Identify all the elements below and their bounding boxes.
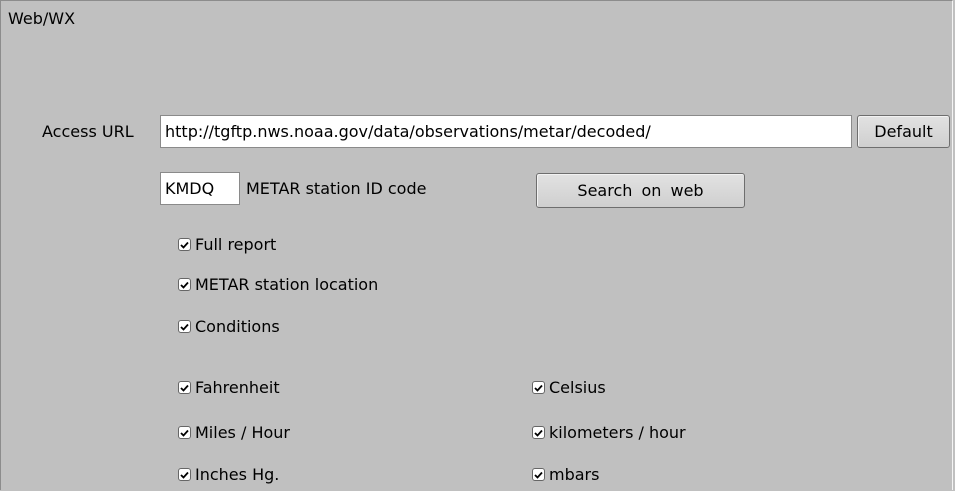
default-button[interactable]: Default [857,115,950,148]
inhg-checkbox[interactable]: Inches Hg. [178,465,279,484]
kmh-label: kilometers / hour [549,423,686,442]
fahrenheit-label: Fahrenheit [195,378,280,397]
inhg-label: Inches Hg. [195,465,280,484]
checkmark-icon[interactable] [178,381,191,394]
conditions-checkbox[interactable]: Conditions [178,317,280,336]
celsius-label: Celsius [549,378,606,397]
access-url-input[interactable]: http://tgftp.nws.noaa.gov/data/observati… [160,115,852,148]
web-wx-panel: Web/WX Access URL http://tgftp.nws.noaa.… [0,0,953,490]
checkmark-icon[interactable] [178,320,191,333]
station-location-checkbox[interactable]: METAR station location [178,275,378,294]
checkmark-icon[interactable] [178,426,191,439]
mbars-label: mbars [549,465,600,484]
celsius-checkbox[interactable]: Celsius [532,378,606,397]
station-id-input[interactable]: KMDQ [160,172,240,205]
search-on-web-button[interactable]: Search on web [536,173,745,208]
conditions-label: Conditions [195,317,280,336]
station-location-label: METAR station location [195,275,379,294]
checkmark-icon[interactable] [532,381,545,394]
mbars-checkbox[interactable]: mbars [532,465,599,484]
access-url-label: Access URL [42,122,134,141]
fahrenheit-checkbox[interactable]: Fahrenheit [178,378,280,397]
checkmark-icon[interactable] [532,426,545,439]
checkmark-icon[interactable] [178,278,191,291]
station-id-label: METAR station ID code [246,179,427,198]
mph-label: Miles / Hour [195,423,290,442]
panel-title: Web/WX [8,9,76,28]
full-report-checkbox[interactable]: Full report [178,235,276,254]
checkmark-icon[interactable] [178,238,191,251]
mph-checkbox[interactable]: Miles / Hour [178,423,290,442]
full-report-label: Full report [195,235,277,254]
checkmark-icon[interactable] [178,468,191,481]
checkmark-icon[interactable] [532,468,545,481]
kmh-checkbox[interactable]: kilometers / hour [532,423,686,442]
